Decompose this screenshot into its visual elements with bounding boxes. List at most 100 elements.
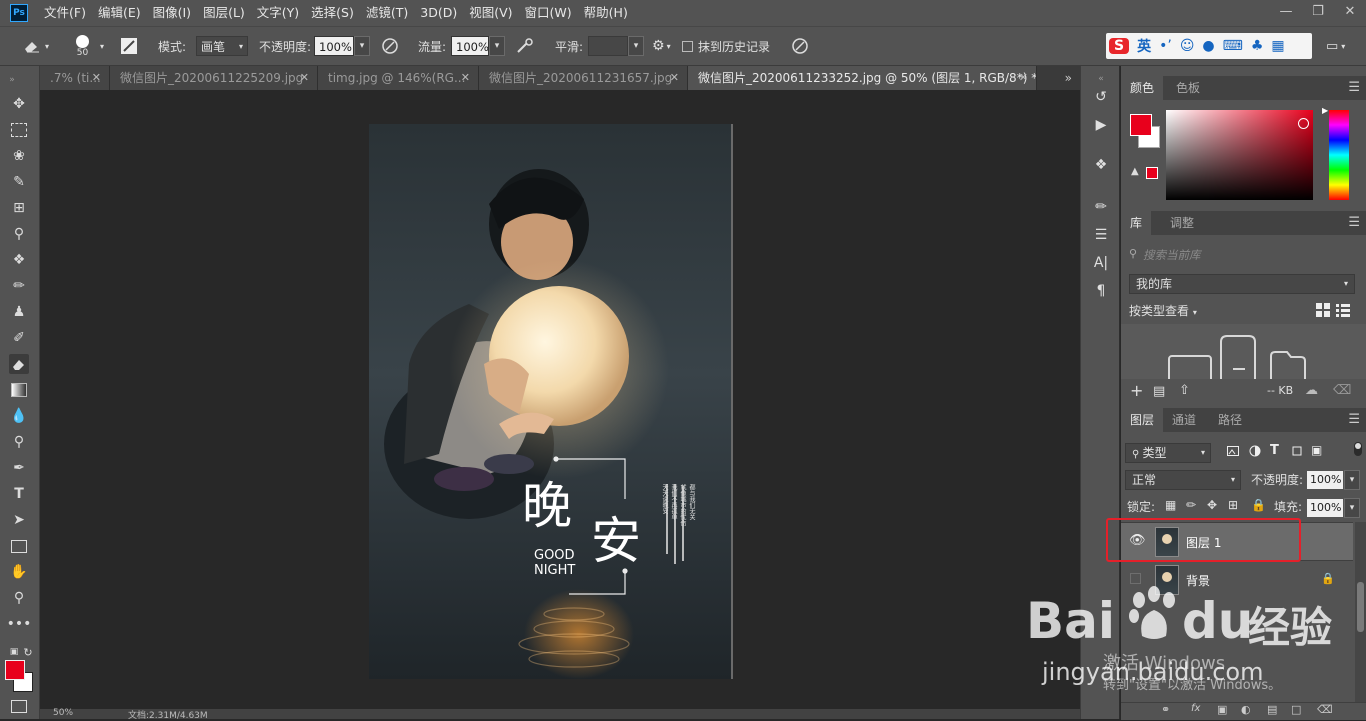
path-selection-tool-icon[interactable]: ➤ [9, 510, 29, 530]
visibility-off-box[interactable] [1130, 573, 1141, 584]
smoothing-input[interactable] [588, 36, 628, 56]
properties-panel-icon[interactable]: ☰ [1092, 226, 1110, 244]
list-view-icon[interactable] [1336, 303, 1350, 317]
brush-size-picker[interactable]: 50 [76, 27, 89, 65]
tab-libraries[interactable]: 库 [1121, 211, 1152, 235]
character-panel-icon[interactable]: A| [1092, 254, 1110, 272]
adjustment-layer-icon[interactable]: ◐ [1241, 703, 1251, 716]
close-tab-icon[interactable]: ✕ [300, 66, 309, 90]
panel-menu-icon[interactable]: ☰ [1348, 408, 1360, 432]
filter-type-layer-icon[interactable]: T [1270, 443, 1279, 458]
menu-layer[interactable]: 图层(L) [197, 0, 251, 26]
mode-select[interactable]: 画笔 ▾ [196, 36, 248, 56]
close-tab-icon[interactable]: ✕ [1019, 66, 1028, 90]
menu-help[interactable]: 帮助(H) [578, 0, 634, 26]
tab-document-3[interactable]: timg.jpg @ 146%(RG... ✕ [318, 66, 479, 90]
rectangle-tool-icon[interactable] [9, 536, 29, 556]
eyedropper-tool-icon[interactable]: ⚲ [9, 224, 29, 244]
more-tools-icon[interactable]: ••• [7, 614, 32, 634]
layers-scrollbar[interactable] [1355, 522, 1366, 702]
hand-tool-icon[interactable]: ✋ [9, 562, 29, 582]
filter-pixel-layer-icon[interactable] [1227, 445, 1239, 457]
restore-icon[interactable]: ❐ [1302, 0, 1334, 22]
zoom-level[interactable]: 50% [53, 708, 73, 718]
fill-dropdown-icon[interactable]: ▾ [1344, 498, 1360, 518]
history-panel-icon[interactable]: ↺ [1092, 88, 1110, 106]
tab-document-1[interactable]: .7% (ti... ✕ [40, 66, 110, 90]
menu-image[interactable]: 图像(I) [147, 0, 197, 26]
lasso-tool-icon[interactable]: ❀ [9, 146, 29, 166]
crop-tool-icon[interactable]: ⊞ [9, 198, 29, 218]
hue-slider[interactable] [1329, 110, 1349, 200]
quick-mask-icon[interactable] [9, 696, 29, 716]
tab-layers[interactable]: 图层 [1121, 408, 1164, 432]
gradient-tool-icon[interactable] [9, 380, 29, 400]
lock-position-icon[interactable]: ✥ [1207, 498, 1217, 512]
pressure-opacity-icon[interactable] [380, 27, 400, 65]
eraser-tool-icon[interactable] [9, 354, 29, 374]
gamut-warning-icon[interactable]: ▲ [1131, 166, 1139, 177]
fill-input[interactable]: 100% [1307, 499, 1343, 517]
close-icon[interactable]: ✕ [1334, 0, 1366, 22]
menu-window[interactable]: 窗口(W) [519, 0, 578, 26]
filter-shape-layer-icon[interactable] [1291, 445, 1303, 457]
actions-play-icon[interactable]: ▶ [1092, 116, 1110, 134]
scrollbar-thumb[interactable] [1357, 582, 1364, 632]
cloud-sync-icon[interactable]: ☁ [1305, 383, 1318, 398]
color-panel-foreground-swatch[interactable] [1130, 114, 1152, 136]
pressure-size-icon[interactable] [790, 27, 810, 65]
close-tab-icon[interactable]: ✕ [461, 66, 470, 90]
library-select[interactable]: 我的库 ▾ [1129, 274, 1355, 294]
add-content-icon[interactable]: + [1130, 381, 1143, 400]
tab-document-2[interactable]: 微信图片_20200611225209.jpg ✕ [110, 66, 318, 90]
folder-icon[interactable]: ▤ [1153, 384, 1165, 399]
3d-panel-icon[interactable]: ❖ [1092, 156, 1110, 174]
pen-tool-icon[interactable]: ✒ [9, 458, 29, 478]
history-brush-tool-icon[interactable]: ✐ [9, 328, 29, 348]
close-tab-icon[interactable]: ✕ [92, 66, 101, 90]
ime-emoji-icon[interactable]: ☺ [1180, 38, 1195, 54]
opacity-input[interactable]: 100% [314, 36, 354, 56]
ime-skin-icon[interactable]: ♣ [1251, 38, 1264, 54]
menu-3d[interactable]: 3D(D) [414, 0, 463, 26]
erase-history-checkbox[interactable] [682, 40, 693, 52]
foreground-color-swatch[interactable] [5, 660, 25, 680]
lock-image-pixels-icon[interactable]: ✏ [1186, 498, 1196, 512]
filter-adjustment-layer-icon[interactable] [1249, 445, 1261, 457]
tab-swatches[interactable]: 色板 [1167, 76, 1209, 100]
gamut-color-swatch[interactable] [1146, 167, 1158, 179]
menu-edit[interactable]: 编辑(E) [92, 0, 147, 26]
brush-picker-chevron-icon[interactable]: ▾ [100, 27, 104, 65]
marquee-tool-icon[interactable] [9, 120, 29, 140]
filter-toggle[interactable] [1354, 442, 1362, 456]
tab-channels[interactable]: 通道 [1163, 408, 1205, 432]
clone-stamp-tool-icon[interactable]: ♟ [9, 302, 29, 322]
grid-view-icon[interactable] [1316, 303, 1330, 317]
smoothing-dropdown-icon[interactable]: ▾ [628, 36, 644, 56]
minimize-icon[interactable]: — [1270, 0, 1302, 22]
panel-menu-icon[interactable]: ☰ [1348, 76, 1360, 100]
link-layers-icon[interactable]: ⚭ [1161, 703, 1170, 716]
tab-document-4[interactable]: 微信图片_20200611231657.jpg ✕ [479, 66, 688, 90]
type-tool-icon[interactable]: T [9, 484, 29, 504]
tab-paths[interactable]: 路径 [1209, 408, 1251, 432]
airbrush-icon[interactable] [515, 27, 535, 65]
lock-all-icon[interactable]: 🔒 [1251, 498, 1266, 512]
filter-smart-object-icon[interactable]: ▣ [1311, 443, 1322, 457]
menu-view[interactable]: 视图(V) [463, 0, 518, 26]
ime-keyboard-icon[interactable]: ⌨ [1223, 38, 1243, 54]
ime-punctuation-icon[interactable]: •’ [1159, 38, 1172, 54]
eraser-tool-preset-icon[interactable]: ▾ [22, 27, 49, 65]
collapse-toolbar-icon[interactable]: » [2, 70, 22, 90]
view-by-type[interactable]: 按类型查看 ▾ [1129, 302, 1197, 319]
layer-opacity-dropdown-icon[interactable]: ▾ [1344, 470, 1360, 490]
gear-icon[interactable]: ⚙ ▾ [652, 27, 671, 65]
library-search-input[interactable]: 搜索当前库 [1143, 247, 1201, 263]
layer-style-icon[interactable]: fx [1191, 703, 1200, 714]
menu-file[interactable]: 文件(F) [38, 0, 92, 26]
ime-tools-icon[interactable]: ▦ [1271, 38, 1284, 54]
new-layer-icon[interactable]: □ [1291, 703, 1301, 716]
layer-filter-select[interactable]: ⚲ 类型 ▾ [1125, 443, 1211, 463]
workspace-icon[interactable]: ▭ ▾ [1326, 27, 1345, 65]
ime-toolbar[interactable]: S 英 •’ ☺ ● ⌨ ♣ ▦ [1106, 33, 1312, 59]
